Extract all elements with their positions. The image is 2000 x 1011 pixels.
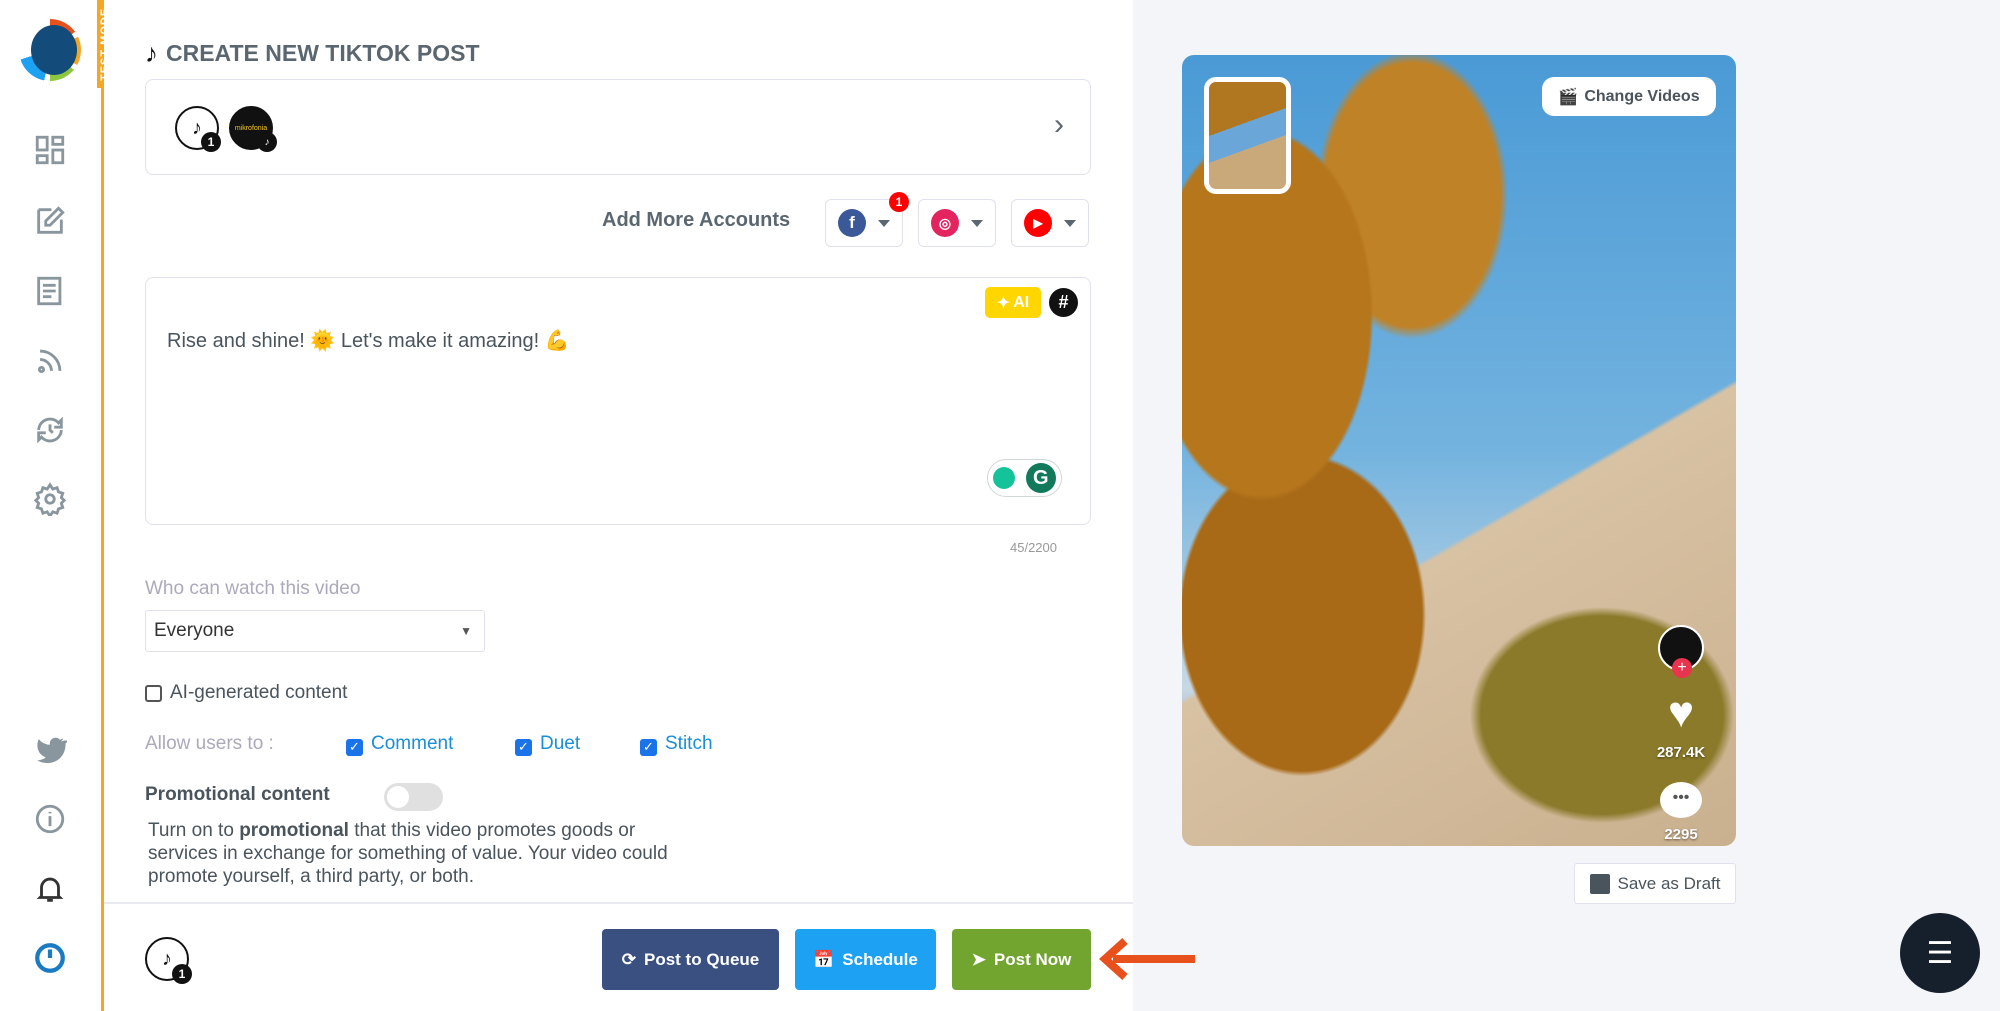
- chevron-right-icon[interactable]: ›: [1054, 108, 1064, 142]
- post-text[interactable]: Rise and shine! 🌞 Let's make it amazing!…: [167, 328, 570, 353]
- facebook-icon: f: [838, 209, 866, 237]
- power-icon[interactable]: [30, 938, 70, 978]
- caret-down-icon: [971, 219, 983, 227]
- send-icon: ➤: [971, 949, 986, 969]
- post-to-queue-button[interactable]: ⟳ Post to Queue: [602, 929, 779, 990]
- add-more-accounts-label: Add More Accounts: [602, 209, 791, 231]
- floppy-disk-icon: [1589, 873, 1610, 894]
- selected-accounts-card[interactable]: ♪ 1 mikrofonia ♪ ›: [145, 79, 1091, 175]
- comments-count: 2295: [1664, 826, 1698, 843]
- bell-icon[interactable]: [30, 869, 70, 909]
- stitch-checkbox[interactable]: ✓: [640, 738, 657, 756]
- heart-icon: ♥: [1667, 688, 1695, 737]
- post-now-button[interactable]: ➤ Post Now: [952, 929, 1091, 990]
- footer-divider: [104, 902, 1133, 904]
- facebook-notification-badge: 1: [889, 192, 909, 212]
- post-text-area[interactable]: Rise and shine! 🌞 Let's make it amazing!…: [145, 277, 1091, 525]
- save-draft-button[interactable]: Save as Draft: [1574, 863, 1736, 904]
- page-title: ♪ CREATE NEW TIKTOK POST: [145, 38, 480, 68]
- settings-icon[interactable]: [30, 479, 70, 519]
- arrow-annotation-icon: [1099, 938, 1195, 980]
- grammarly-icon: G: [1025, 463, 1056, 493]
- info-icon[interactable]: [30, 799, 70, 839]
- allow-stitch-option[interactable]: ✓ Stitch: [640, 733, 713, 756]
- instagram-accounts-dropdown[interactable]: ◎: [918, 199, 996, 247]
- grammarly-widget[interactable]: G: [987, 459, 1062, 497]
- ai-generated-option[interactable]: AI-generated content: [145, 682, 347, 704]
- comment-icon: •••: [1660, 782, 1702, 818]
- privacy-select[interactable]: Everyone ▼: [145, 610, 485, 652]
- app-logo[interactable]: [19, 19, 81, 81]
- instagram-icon: ◎: [931, 209, 959, 237]
- account-count-badge: 1: [201, 132, 221, 152]
- twitter-icon[interactable]: [30, 729, 70, 769]
- promotional-toggle[interactable]: [384, 783, 443, 811]
- menu-fab-button[interactable]: ☰: [1900, 913, 1980, 993]
- promotional-label: Promotional content: [145, 784, 330, 805]
- clapperboard-icon: 🎬: [1558, 88, 1579, 106]
- tiktok-icon: ♪: [145, 38, 158, 68]
- hamburger-menu-icon: ☰: [1926, 936, 1954, 970]
- recycle-schedule-icon[interactable]: [30, 410, 70, 450]
- ai-assist-button[interactable]: ✦ AI: [985, 287, 1041, 318]
- likes-count: 287.4K: [1656, 744, 1706, 761]
- caret-down-icon: [1064, 219, 1076, 227]
- youtube-icon: ▶: [1024, 209, 1052, 237]
- allow-comment-option[interactable]: ✓ Comment: [346, 733, 453, 756]
- change-videos-button[interactable]: 🎬 Change Videos: [1542, 77, 1716, 116]
- footer-account-count-badge: 1: [172, 964, 192, 984]
- queue-icon: ⟳: [621, 949, 636, 969]
- compose-icon[interactable]: [30, 201, 70, 241]
- lightbulb-icon: [993, 467, 1016, 489]
- sparkle-icon: ✦: [996, 294, 1011, 312]
- comment-checkbox[interactable]: ✓: [346, 738, 363, 756]
- allow-users-label: Allow users to :: [145, 733, 274, 754]
- caret-down-icon: [878, 219, 890, 227]
- rss-feed-icon[interactable]: [30, 341, 70, 381]
- dashboard-icon[interactable]: [30, 130, 70, 170]
- posts-icon[interactable]: [30, 271, 70, 311]
- tiktok-small-icon: ♪: [257, 132, 277, 152]
- calendar-icon: 📅: [813, 949, 835, 969]
- promotional-description: Turn on to promotional that this video p…: [148, 820, 668, 887]
- sidebar: [0, 0, 102, 1011]
- video-preview: 🎬 Change Videos + ♥ 287.4K ••• 2295: [1182, 55, 1736, 846]
- follow-plus-icon: +: [1672, 658, 1692, 678]
- caret-down-icon: ▼: [460, 624, 472, 638]
- video-thumbnail[interactable]: [1204, 77, 1291, 194]
- hashtag-button[interactable]: #: [1049, 288, 1078, 317]
- duet-checkbox[interactable]: ✓: [515, 738, 532, 756]
- allow-duet-option[interactable]: ✓ Duet: [515, 733, 580, 756]
- ai-generated-checkbox[interactable]: [145, 684, 162, 702]
- privacy-label: Who can watch this video: [145, 578, 361, 599]
- youtube-accounts-dropdown[interactable]: ▶: [1011, 199, 1089, 247]
- schedule-button[interactable]: 📅 Schedule: [795, 929, 936, 990]
- character-count: 45/2200: [1010, 540, 1057, 555]
